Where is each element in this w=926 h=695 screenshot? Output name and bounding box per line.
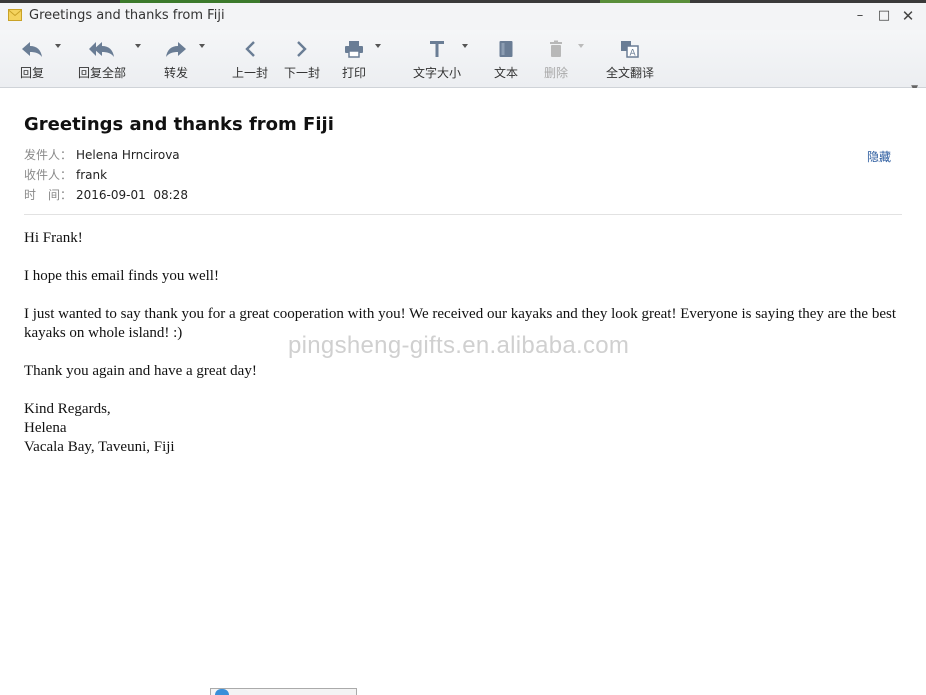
time-row: 时 间： 2016-09-01 08:28 — [24, 186, 188, 203]
sender-label: 发件人： — [24, 148, 73, 162]
trash-icon — [550, 40, 562, 57]
reply-label: 回复 — [19, 66, 44, 80]
watermark: pingsheng-gifts.en.alibaba.com — [288, 332, 630, 359]
plain-text-button[interactable]: 文本 — [488, 36, 524, 82]
sender-row: 发件人： Helena Hrncirova — [24, 146, 180, 163]
next-message-label: 下一封 — [283, 66, 320, 80]
chevron-right-icon — [297, 41, 307, 57]
reply-button[interactable]: 回复 — [12, 36, 52, 82]
forward-label: 转发 — [163, 66, 188, 80]
recipient-label: 收件人： — [24, 168, 73, 182]
message-view: Greetings and thanks from Fiji 发件人： Helen… — [0, 88, 926, 694]
reply-all-label: 回复全部 — [77, 66, 126, 80]
forward-icon — [166, 42, 186, 57]
translate-icon: A — [621, 41, 639, 59]
forward-dropdown-caret[interactable] — [199, 44, 205, 48]
print-button[interactable]: 打印 — [336, 36, 372, 82]
hide-details-link[interactable]: 隐藏 — [867, 148, 891, 165]
delete-label: 删除 — [543, 66, 568, 80]
font-size-dropdown-caret[interactable] — [462, 44, 468, 48]
reply-dropdown-caret[interactable] — [55, 44, 61, 48]
signature-line: Kind Regards, — [24, 401, 111, 417]
previous-message-button[interactable]: 上一封 — [228, 36, 272, 82]
reply-all-icon — [89, 42, 114, 57]
text-size-icon — [430, 41, 444, 57]
reply-all-button[interactable]: 回复全部 — [74, 36, 130, 82]
signature-line: Vacala Bay, Taveuni, Fiji — [24, 439, 175, 455]
delete-dropdown-caret[interactable] — [578, 44, 584, 48]
font-size-label: 文字大小 — [412, 66, 461, 80]
recipient-row: 收件人： frank — [24, 166, 107, 183]
recipient-value[interactable]: frank — [76, 168, 107, 182]
time-label: 时 间： — [24, 188, 73, 202]
close-icon[interactable]: ✕ — [899, 7, 917, 25]
header-divider — [24, 214, 902, 215]
maximize-icon[interactable]: □ — [875, 7, 893, 25]
printer-icon — [345, 41, 363, 58]
plain-text-label: 文本 — [493, 66, 518, 80]
svg-text:A: A — [630, 49, 637, 59]
body-paragraph: I hope this email finds you well! — [24, 268, 219, 284]
print-label: 打印 — [341, 66, 366, 80]
delete-button[interactable]: 删除 — [538, 36, 574, 82]
reply-icon — [22, 42, 42, 57]
sender-value[interactable]: Helena Hrncirova — [76, 148, 180, 162]
reply-all-dropdown-caret[interactable] — [135, 44, 141, 48]
signature-line: Helena — [24, 420, 67, 436]
translate-button[interactable]: A 全文翻译 — [602, 36, 658, 82]
next-message-button[interactable]: 下一封 — [280, 36, 324, 82]
translate-label: 全文翻译 — [605, 66, 654, 80]
font-size-button[interactable]: 文字大小 — [410, 36, 464, 82]
body-greeting: Hi Frank! — [24, 230, 83, 246]
forward-button[interactable]: 转发 — [156, 36, 196, 82]
minimize-icon[interactable]: – — [851, 7, 869, 25]
time-value: 2016-09-01 08:28 — [76, 188, 188, 202]
chevron-left-icon — [245, 41, 255, 57]
body-paragraph: Thank you again and have a great day! — [24, 363, 257, 379]
previous-message-label: 上一封 — [231, 66, 268, 80]
window-title: Greetings and thanks from Fiji — [29, 8, 225, 23]
email-subject: Greetings and thanks from Fiji — [24, 114, 334, 135]
toolbar: 回复 回复全部 转发 上一封 下一封 打印 文字大小 文本 删除 A 全文翻译 — [0, 30, 926, 94]
document-icon — [499, 41, 513, 57]
print-dropdown-caret[interactable] — [375, 44, 381, 48]
title-bar: Greetings and thanks from Fiji – □ ✕ — [0, 3, 926, 30]
envelope-icon — [8, 9, 22, 21]
